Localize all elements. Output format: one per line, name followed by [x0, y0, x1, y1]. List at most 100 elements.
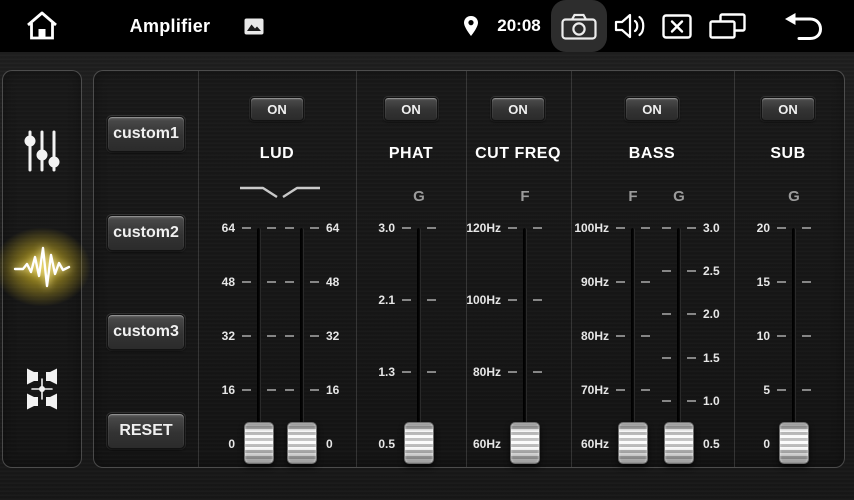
scale-label: 80Hz — [451, 364, 501, 380]
channel-lud-fader-track-1[interactable] — [257, 228, 261, 440]
channel-bass-slider-f-header: F — [608, 188, 658, 205]
channel-lud-fader-knob-2[interactable] — [287, 422, 317, 464]
gallery-button[interactable] — [242, 0, 266, 52]
tick-mark — [777, 281, 786, 283]
tick-mark — [427, 371, 436, 373]
sidebar — [2, 70, 82, 468]
channel-sub-on-button[interactable]: ON — [761, 97, 815, 121]
channel-phat-slider-g-header: G — [394, 188, 444, 205]
channel-lud-fader-knob-1[interactable] — [244, 422, 274, 464]
column-divider — [198, 71, 199, 467]
lowpass-curve-icon — [238, 183, 280, 201]
location-indicator — [462, 0, 480, 52]
channel-lud-label: LUD — [202, 145, 352, 163]
scale-label: 60Hz — [451, 436, 501, 452]
location-icon — [463, 15, 479, 37]
clock: 20:08 — [494, 0, 544, 52]
channel-bass-fader-knob-2[interactable] — [664, 422, 694, 464]
recent-apps-button[interactable] — [708, 0, 746, 52]
sidebar-item-speaker-balance[interactable] — [10, 357, 74, 421]
screenshot-button[interactable] — [551, 0, 607, 52]
tick-mark — [641, 227, 650, 229]
tick-mark — [242, 281, 251, 283]
content-area: custom1 custom2 custom3 RESET ONLUD64483… — [0, 52, 854, 500]
tick-mark — [310, 389, 319, 391]
recent-apps-icon — [709, 13, 746, 40]
scale-label: 0 — [720, 436, 770, 452]
tick-mark — [285, 227, 294, 229]
scale-label: 5 — [720, 382, 770, 398]
tick-mark — [687, 313, 696, 315]
channel-cut-freq-fader-track-1[interactable] — [523, 228, 527, 440]
scale-label: 90Hz — [559, 274, 609, 290]
sound-effect-wave-icon — [13, 244, 71, 290]
scale-label: 48 — [185, 274, 235, 290]
channel-sub-fader-knob-1[interactable] — [779, 422, 809, 464]
tick-mark — [508, 299, 517, 301]
channel-sub-fader-track-1[interactable] — [792, 228, 796, 440]
tick-mark — [802, 389, 811, 391]
column-divider — [356, 71, 357, 467]
column-divider — [466, 71, 467, 467]
channel-sub-slider-g-header: G — [769, 188, 819, 205]
channel-lud-fader-track-2[interactable] — [300, 228, 304, 440]
tick-mark — [267, 335, 276, 337]
tick-mark — [641, 335, 650, 337]
reset-button[interactable]: RESET — [107, 413, 185, 449]
tick-mark — [310, 281, 319, 283]
home-icon — [24, 9, 60, 43]
tick-mark — [285, 389, 294, 391]
channel-bass-fader-track-1[interactable] — [631, 228, 635, 440]
tick-mark — [267, 389, 276, 391]
tick-mark — [310, 227, 319, 229]
sidebar-item-sound-effect-wave[interactable] — [10, 235, 74, 299]
scale-label: 10 — [720, 328, 770, 344]
channel-cut-freq-on-button[interactable]: ON — [491, 97, 545, 121]
tick-mark — [662, 313, 671, 315]
sidebar-item-equalizer-sliders[interactable] — [10, 119, 74, 183]
channel-sub-label: SUB — [713, 145, 854, 163]
channel-bass-fader-knob-1[interactable] — [618, 422, 648, 464]
channel-bass-label: BASS — [577, 145, 727, 163]
scale-label: 120Hz — [451, 220, 501, 236]
tick-mark — [267, 227, 276, 229]
preset-custom2-button[interactable]: custom2 — [107, 215, 185, 251]
preset-custom3-button[interactable]: custom3 — [107, 314, 185, 350]
column-divider — [571, 71, 572, 467]
tick-mark — [687, 270, 696, 272]
close-app-button[interactable] — [661, 0, 693, 52]
scale-label: 16 — [185, 382, 235, 398]
scale-label: 15 — [720, 274, 770, 290]
channel-lud-on-button[interactable]: ON — [250, 97, 304, 121]
tick-mark — [641, 389, 650, 391]
channel-cut-freq-fader-knob-1[interactable] — [510, 422, 540, 464]
scale-label: 1.3 — [345, 364, 395, 380]
channel-bass-fader-track-2[interactable] — [677, 228, 681, 440]
back-button[interactable] — [782, 0, 824, 52]
channel-phat-fader-knob-1[interactable] — [404, 422, 434, 464]
equalizer-sliders-icon — [19, 128, 65, 174]
volume-icon — [613, 12, 647, 40]
tick-mark — [402, 299, 411, 301]
scale-label: 60Hz — [559, 436, 609, 452]
tick-mark — [641, 281, 650, 283]
tick-mark — [533, 299, 542, 301]
page-title: Amplifier — [120, 0, 220, 52]
tick-mark — [508, 371, 517, 373]
volume-button[interactable] — [612, 0, 648, 52]
scale-label: 80Hz — [559, 328, 609, 344]
tick-mark — [687, 227, 696, 229]
scale-label: 2.0 — [703, 306, 753, 322]
tick-mark — [662, 400, 671, 402]
preset-custom1-button[interactable]: custom1 — [107, 116, 185, 152]
tick-mark — [802, 227, 811, 229]
tick-mark — [427, 299, 436, 301]
tick-mark — [310, 335, 319, 337]
scale-label: 1.5 — [703, 350, 753, 366]
channel-phat-on-button[interactable]: ON — [384, 97, 438, 121]
channel-bass-on-button[interactable]: ON — [625, 97, 679, 121]
scale-label: 20 — [720, 220, 770, 236]
channel-phat-fader-track-1[interactable] — [417, 228, 421, 440]
home-button[interactable] — [22, 0, 62, 52]
tick-mark — [616, 389, 625, 391]
